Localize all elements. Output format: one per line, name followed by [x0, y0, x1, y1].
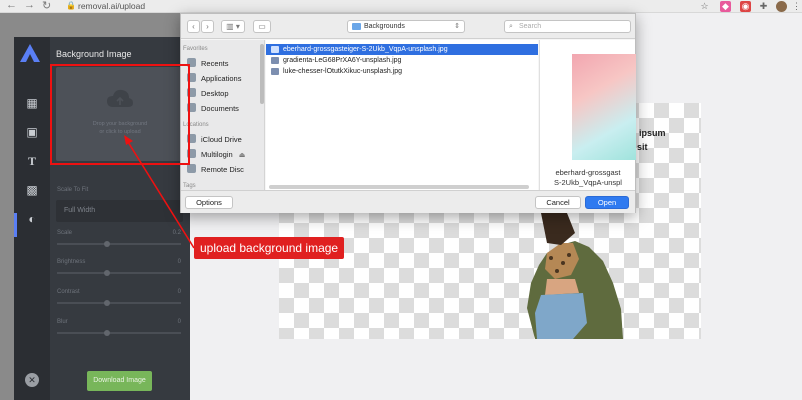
- sidebar-scrollbar[interactable]: [260, 44, 264, 104]
- file-name: gradienta-LeG68PrXA6Y-unsplash.jpg: [283, 57, 402, 64]
- control-value: 0: [177, 319, 181, 325]
- menu-dots-icon[interactable]: ⋮: [791, 1, 802, 12]
- control-value: 0.2: [172, 230, 181, 236]
- image-file-icon: [271, 57, 279, 64]
- control-label: Scale: [57, 230, 73, 236]
- file-row[interactable]: gradienta-LeG68PrXA6Y-unsplash.jpg: [266, 55, 538, 66]
- canvas-text-line: n ipsum: [631, 128, 666, 138]
- preview-thumbnail: [572, 54, 636, 160]
- address-bar[interactable]: removal.ai/upload: [78, 1, 145, 11]
- sidebar-item-label: Desktop: [201, 89, 229, 98]
- chevron-updown-icon: ⇕: [454, 23, 460, 30]
- download-image-button[interactable]: Download Image: [87, 371, 152, 391]
- file-name: eberhard-grossgasteiger-S-2Ukb_VqpA-unsp…: [283, 46, 448, 53]
- sidebar-item-label: Applications: [201, 74, 242, 83]
- tool-rail: ▦ ▣ T ▩ ◐: [14, 37, 50, 400]
- preview-filename: eberhard-grossgast: [555, 168, 621, 177]
- eject-icon[interactable]: ⏏: [239, 152, 246, 159]
- scale-to-fit-label: Scale To Fit: [57, 187, 89, 193]
- file-row-selected[interactable]: eberhard-grossgasteiger-S-2Ukb_VqpA-unsp…: [266, 44, 538, 55]
- file-row[interactable]: luke-chesser-lOtutkXikuc-unsplash.jpg: [266, 66, 538, 77]
- open-button[interactable]: Open: [585, 196, 629, 209]
- control-label: Contrast: [57, 289, 80, 295]
- sidebar-item-applications[interactable]: Applications: [187, 73, 264, 85]
- extension-icon-2[interactable]: ◉: [740, 1, 751, 12]
- slider-knob[interactable]: [104, 330, 110, 336]
- file-name: luke-chesser-lOtutkXikuc-unsplash.jpg: [283, 68, 403, 75]
- avatar[interactable]: [776, 1, 787, 12]
- file-list: eberhard-grossgasteiger-S-2Ukb_VqpA-unsp…: [266, 40, 538, 190]
- text-tool-icon[interactable]: T: [24, 153, 40, 169]
- slider-knob[interactable]: [104, 241, 110, 247]
- brightness-slider[interactable]: [57, 270, 181, 276]
- image-file-icon: [271, 68, 279, 75]
- forward-arrow-icon[interactable]: →: [24, 0, 35, 11]
- reload-icon[interactable]: ↻: [42, 0, 51, 12]
- sidebar-item-label: Remote Disc: [201, 165, 244, 174]
- cancel-button[interactable]: Cancel: [535, 196, 581, 209]
- canvas-text-line: sit: [637, 142, 648, 152]
- blur-slider[interactable]: [57, 330, 181, 336]
- search-icon: ⌕: [509, 23, 513, 30]
- sidebar-item-remote-disc[interactable]: Remote Disc: [187, 164, 264, 176]
- puzzle-icon[interactable]: ✚: [758, 1, 769, 12]
- view-columns-icon[interactable]: ▥ ▾: [221, 20, 245, 33]
- active-tool-indicator: [14, 213, 17, 237]
- background-pattern-icon[interactable]: ▩: [24, 182, 40, 198]
- favorites-heading: Favorites: [183, 46, 208, 52]
- control-value: 0: [177, 289, 181, 295]
- chevron-right-icon[interactable]: ›: [201, 20, 214, 33]
- person-cutout-image: [527, 213, 623, 339]
- dialog-toolbar: ‹ › ▥ ▾ ▭ Backgrounds ⇕ ⌕ Search: [181, 14, 635, 39]
- browser-toolbar: ← → ↻ 🔒 removal.ai/upload ☆ ◆ ◉ ✚ ⋮: [0, 0, 802, 13]
- sidebar-item-icloud[interactable]: iCloud Drive: [187, 134, 264, 146]
- annotation-highlight-box: [50, 64, 190, 165]
- control-label: Brightness: [57, 259, 86, 265]
- horizontal-scrollbar[interactable]: [269, 185, 529, 189]
- location-label: Backgrounds: [364, 23, 405, 30]
- contrast-icon[interactable]: ◐: [24, 211, 40, 227]
- new-folder-icon[interactable]: ▭: [253, 20, 271, 33]
- scale-slider[interactable]: [57, 241, 181, 247]
- options-button[interactable]: Options: [185, 196, 233, 209]
- annotation-label: upload background image: [194, 237, 345, 259]
- search-placeholder: Search: [519, 23, 542, 30]
- slider-knob[interactable]: [104, 270, 110, 276]
- tags-heading: Tags: [183, 183, 196, 189]
- sidebar-item-multilogin[interactable]: Multilogin ⏏: [187, 149, 264, 161]
- file-open-dialog: ‹ › ▥ ▾ ▭ Backgrounds ⇕ ⌕ Search Favorit…: [180, 13, 636, 213]
- image-icon[interactable]: ▣: [24, 124, 40, 140]
- layout-grid-icon[interactable]: ▦: [24, 95, 40, 111]
- chevron-left-icon[interactable]: ‹: [187, 20, 200, 33]
- file-preview: eberhard-grossgast S-2Ukb_VqpA-unspl: [539, 40, 636, 190]
- sidebar-item-desktop[interactable]: Desktop: [187, 88, 264, 100]
- folder-icon: [352, 23, 361, 30]
- sidebar-item-label: Multilogin: [201, 150, 233, 159]
- lock-icon: 🔒: [66, 1, 76, 10]
- disc-icon: [187, 164, 196, 173]
- sidebar-item-recents[interactable]: Recents: [187, 58, 264, 70]
- sidebar-item-documents[interactable]: Documents: [187, 103, 264, 115]
- search-input[interactable]: ⌕ Search: [504, 20, 631, 33]
- fit-mode-select[interactable]: Full Width: [56, 200, 183, 222]
- panel-title: Background Image: [56, 49, 132, 59]
- sidebar-item-label: Documents: [201, 104, 239, 113]
- control-value: 0: [177, 259, 181, 265]
- contrast-slider[interactable]: [57, 300, 181, 306]
- image-file-icon: [271, 46, 279, 53]
- preview-filename: S-2Ukb_VqpA-unspl: [554, 178, 622, 187]
- dialog-sidebar: Favorites Recents Applications Desktop D…: [181, 40, 265, 190]
- app-logo-icon[interactable]: [20, 44, 40, 62]
- control-label: Blur: [57, 319, 68, 325]
- close-icon[interactable]: ✕: [25, 373, 39, 387]
- back-arrow-icon[interactable]: ←: [6, 0, 17, 11]
- dialog-footer: Options Cancel Open: [181, 190, 635, 213]
- star-icon[interactable]: ☆: [699, 1, 710, 12]
- sidebar-item-label: Recents: [201, 59, 229, 68]
- slider-knob[interactable]: [104, 300, 110, 306]
- sidebar-item-label: iCloud Drive: [201, 135, 242, 144]
- extension-icon[interactable]: ◆: [720, 1, 731, 12]
- location-select[interactable]: Backgrounds ⇕: [347, 20, 465, 33]
